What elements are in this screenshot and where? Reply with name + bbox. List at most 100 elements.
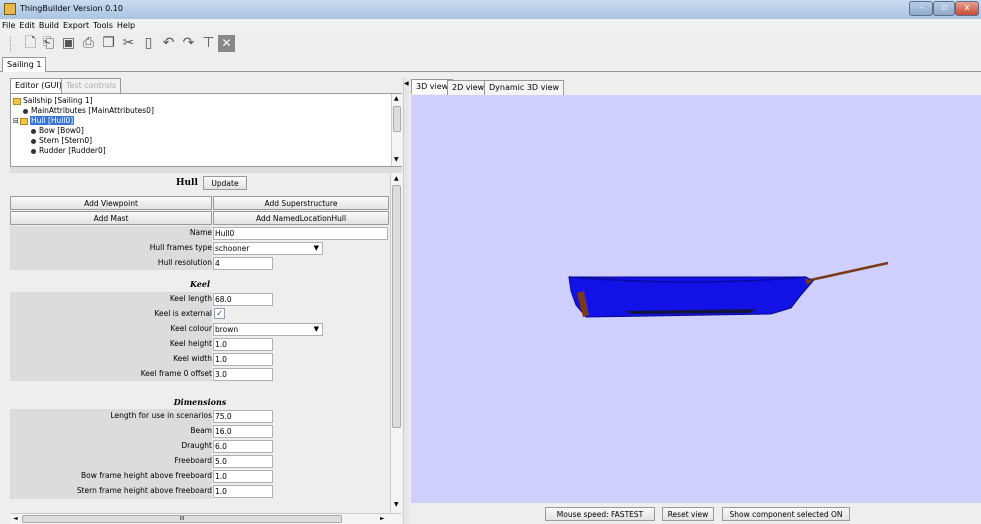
view-panel: 3D view 2D view Dynamic 3D view Mouse sp… — [411, 78, 981, 524]
leaf-node-icon — [31, 128, 36, 134]
leaf-node-icon — [31, 138, 36, 144]
scroll-right-icon[interactable]: ► — [380, 515, 385, 522]
maximize-button[interactable]: ▫ — [933, 1, 955, 16]
tree-item-sailship[interactable]: Sailship [Sailing 1] — [13, 96, 93, 105]
bow-frame-height-label: Bow frame height above freeboard — [81, 471, 212, 480]
dimensions-section-heading: Dimensions — [173, 397, 227, 407]
bow-frame-height-field[interactable]: 1.0 — [213, 470, 273, 483]
reset-view-button[interactable]: Reset view — [662, 507, 714, 521]
scroll-down-icon[interactable]: ▼ — [394, 501, 399, 508]
keel-colour-label: Keel colour — [170, 324, 212, 333]
menu-help[interactable]: Help — [115, 19, 137, 32]
add-namedlocation-button[interactable]: Add NamedLocationHull — [213, 211, 389, 225]
scroll-down-icon[interactable]: ▼ — [394, 156, 399, 163]
keel-is-external-label: Keel is external — [154, 309, 212, 318]
property-form: Hull Update Add Viewpoint Add Superstruc… — [10, 173, 390, 513]
collapse-arrow-icon[interactable]: ◀ — [404, 80, 409, 87]
ship-model — [568, 261, 889, 318]
hull-resolution-label: Hull resolution — [157, 258, 212, 267]
stern-frame-height-label: Stern frame height above freeboard — [76, 486, 212, 495]
title-bar: ThingBuilder Version 0.10 – ▫ x — [0, 0, 981, 19]
left-panel: Editor (GUI) Test controls Sailship [Sai… — [10, 78, 402, 524]
undo-icon[interactable]: ↶ — [160, 35, 177, 52]
hammer-icon[interactable]: ⊤ — [200, 35, 217, 52]
form-heading: Hull — [176, 178, 198, 188]
menu-build[interactable]: Build — [37, 19, 61, 32]
hull-resolution-field[interactable]: 4 — [213, 257, 273, 270]
menu-export[interactable]: Export — [61, 19, 91, 32]
update-button[interactable]: Update — [203, 176, 247, 190]
tab-2d-view[interactable]: 2D view — [447, 80, 490, 95]
keel-length-field[interactable]: 68.0 — [213, 293, 273, 306]
hull-frames-type-select[interactable]: schooner ▼ — [213, 242, 323, 255]
scroll-left-icon[interactable]: ◄ — [13, 515, 18, 522]
leaf-node-icon — [31, 148, 36, 154]
dropdown-arrow-icon: ▼ — [313, 244, 319, 252]
vertical-split-divider[interactable]: ◀ — [403, 78, 409, 524]
form-scroll-thumb[interactable] — [392, 185, 401, 428]
add-superstructure-button[interactable]: Add Superstructure — [213, 196, 389, 210]
keel-width-field[interactable]: 1.0 — [213, 353, 273, 366]
tree-item-hull[interactable]: ⊟ Hull [Hull0] — [13, 116, 75, 126]
freeboard-field[interactable]: 5.0 — [213, 455, 273, 468]
print-icon[interactable]: ⎙ — [80, 35, 97, 52]
stern-frame-height-field[interactable]: 1.0 — [213, 485, 273, 498]
length-for-scenarios-label: Length for use in scenarios — [110, 411, 213, 420]
add-viewpoint-button[interactable]: Add Viewpoint — [10, 196, 212, 210]
horizontal-scroll-thumb[interactable]: III — [22, 515, 342, 523]
menu-file[interactable]: File — [0, 19, 17, 32]
cut-icon[interactable]: ✂ — [120, 35, 137, 52]
name-label: Name — [189, 228, 212, 237]
open-folder-icon[interactable]: ⎗ — [40, 35, 57, 52]
paste-icon[interactable]: ▯ — [140, 35, 157, 52]
tree-item-bow[interactable]: Bow [Bow0] — [31, 126, 84, 135]
form-horizontal-scrollbar[interactable]: ◄ III ► — [10, 513, 402, 524]
freeboard-label: Freeboard — [174, 456, 212, 465]
tree-vertical-scrollbar[interactable]: ▲ ▼ — [391, 94, 402, 166]
draught-label: Draught — [181, 441, 212, 450]
component-tree: Sailship [Sailing 1] MainAttributes [Mai… — [10, 93, 402, 167]
keel-colour-select[interactable]: brown ▼ — [213, 323, 323, 336]
redo-icon[interactable]: ↷ — [180, 35, 197, 52]
folder-icon — [13, 97, 21, 105]
tab-editor-gui[interactable]: Editor (GUI) — [10, 78, 67, 93]
toolbar: 🗋 ⎗ ▣ ⎙ ❐ ✂ ▯ ↶ ↷ ⊤ ✕ — [0, 32, 981, 55]
hull-frames-type-label: Hull frames type — [149, 243, 212, 252]
tab-dynamic-3d-view[interactable]: Dynamic 3D view — [484, 80, 565, 95]
keel-height-field[interactable]: 1.0 — [213, 338, 273, 351]
menu-edit[interactable]: Edit — [17, 19, 37, 32]
tree-item-mainattributes[interactable]: MainAttributes [MainAttributes0] — [23, 106, 154, 115]
menu-tools[interactable]: Tools — [91, 19, 115, 32]
minimize-button[interactable]: – — [909, 1, 933, 16]
scroll-up-icon[interactable]: ▲ — [394, 95, 399, 102]
tree-item-rudder[interactable]: Rudder [Rudder0] — [31, 146, 106, 155]
folder-icon — [20, 117, 28, 125]
add-mast-button[interactable]: Add Mast — [10, 211, 212, 225]
length-for-scenarios-field[interactable]: 75.0 — [213, 410, 273, 423]
name-field[interactable]: Hull0 — [213, 227, 388, 240]
close-box-icon[interactable]: ✕ — [218, 35, 235, 52]
collapse-icon[interactable]: ⊟ — [13, 117, 20, 126]
draught-field[interactable]: 6.0 — [213, 440, 273, 453]
copy-icon[interactable]: ❐ — [100, 35, 117, 52]
toolbar-grip[interactable] — [10, 36, 12, 51]
tree-scroll-thumb[interactable] — [393, 106, 401, 132]
form-vertical-scrollbar[interactable]: ▲ ▼ — [390, 173, 402, 513]
keel-frame-offset-field[interactable]: 3.0 — [213, 368, 273, 381]
dropdown-arrow-icon: ▼ — [313, 325, 319, 333]
mouse-speed-button[interactable]: Mouse speed: FASTEST — [545, 507, 655, 521]
app-icon — [4, 3, 16, 15]
show-component-selected-button[interactable]: Show component selected ON — [722, 507, 850, 521]
3d-viewport[interactable] — [411, 95, 981, 503]
scroll-up-icon[interactable]: ▲ — [394, 175, 399, 182]
tree-item-stern[interactable]: Stern [Stern0] — [31, 136, 92, 145]
close-button[interactable]: x — [955, 1, 979, 16]
tab-sailing-1[interactable]: Sailing 1 — [2, 57, 47, 72]
keel-width-label: Keel width — [173, 354, 212, 363]
tab-test-controls[interactable]: Test controls — [61, 78, 122, 93]
beam-label: Beam — [190, 426, 212, 435]
keel-is-external-checkbox[interactable]: ✓ — [214, 308, 225, 319]
new-file-icon[interactable]: 🗋 — [22, 35, 39, 52]
beam-field[interactable]: 16.0 — [213, 425, 273, 438]
save-icon[interactable]: ▣ — [60, 35, 77, 52]
